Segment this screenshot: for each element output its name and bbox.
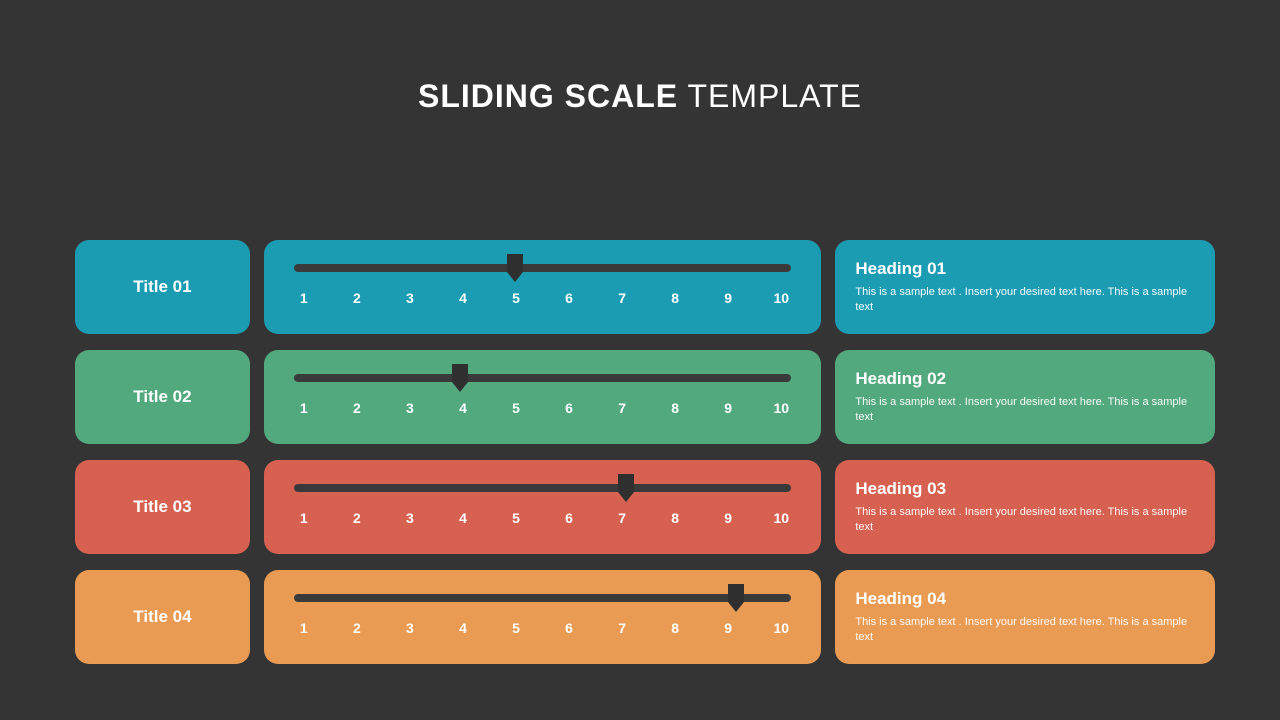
slider-tick-label: 6 [561, 510, 577, 526]
slider-row: Title 02 1 2 3 4 5 6 7 8 9 10 Heading 02 This is a s… [75, 350, 1215, 444]
row-heading-label: Heading 02 [855, 369, 1195, 389]
row-title-box: Title 03 [75, 460, 250, 554]
slider-tick-label: 8 [667, 620, 683, 636]
row-title-label: Title 03 [133, 497, 191, 517]
slider-tick-label: 3 [402, 400, 418, 416]
slider-ticks: 1 2 3 4 5 6 7 8 9 10 [294, 510, 792, 526]
slider-tick-label: 6 [561, 290, 577, 306]
slider-track[interactable] [294, 264, 792, 272]
slider-tick-label: 8 [667, 400, 683, 416]
slider-tick-label: 4 [455, 400, 471, 416]
row-title-label: Title 02 [133, 387, 191, 407]
slider-ticks: 1 2 3 4 5 6 7 8 9 10 [294, 400, 792, 416]
slider-pointer-icon[interactable] [505, 254, 525, 280]
slider-tick-label: 7 [614, 400, 630, 416]
slider-tick-label: 6 [561, 620, 577, 636]
row-heading-desc: This is a sample text . Insert your desi… [855, 615, 1195, 646]
slider-tick-label: 5 [508, 290, 524, 306]
slider-track[interactable] [294, 594, 792, 602]
row-heading-box: Heading 02 This is a sample text . Insert… [835, 350, 1215, 444]
row-title-box: Title 02 [75, 350, 250, 444]
slider-track[interactable] [294, 484, 792, 492]
row-heading-box: Heading 03 This is a sample text . Insert… [835, 460, 1215, 554]
slider-tick-label: 4 [455, 290, 471, 306]
slider-tick-label: 1 [296, 290, 312, 306]
row-heading-label: Heading 03 [855, 479, 1195, 499]
page-title-bold: SLIDING SCALE [418, 78, 678, 114]
row-title-label: Title 04 [133, 607, 191, 627]
slider-pointer-icon[interactable] [450, 364, 470, 390]
slider-tick-label: 3 [402, 620, 418, 636]
slider-row: Title 03 1 2 3 4 5 6 7 8 9 10 Heading 03 This is a s… [75, 460, 1215, 554]
slider-tick-label: 10 [773, 400, 789, 416]
slider-tick-label: 1 [296, 620, 312, 636]
slider-track[interactable] [294, 374, 792, 382]
slider-tick-label: 4 [455, 510, 471, 526]
row-heading-desc: This is a sample text . Insert your desi… [855, 395, 1195, 426]
slider-row: Title 01 1 2 3 4 5 6 7 8 9 10 Heading 01 This is a s… [75, 240, 1215, 334]
slider-tick-label: 2 [349, 620, 365, 636]
slider-pointer-icon[interactable] [726, 584, 746, 610]
slider-tick-label: 3 [402, 510, 418, 526]
slider-row: Title 04 1 2 3 4 5 6 7 8 9 10 Heading 04 This is a s… [75, 570, 1215, 664]
slider-tick-label: 7 [614, 290, 630, 306]
slider-tick-label: 10 [773, 510, 789, 526]
slider-tick-label: 10 [773, 620, 789, 636]
slider-tick-label: 9 [720, 510, 736, 526]
slider-ticks: 1 2 3 4 5 6 7 8 9 10 [294, 620, 792, 636]
slider-rows: Title 01 1 2 3 4 5 6 7 8 9 10 Heading 01 This is a s… [75, 240, 1215, 664]
slider-tick-label: 7 [614, 510, 630, 526]
row-heading-desc: This is a sample text . Insert your desi… [855, 505, 1195, 536]
slider-tick-label: 7 [614, 620, 630, 636]
slider-tick-label: 9 [720, 400, 736, 416]
page-title: SLIDING SCALE TEMPLATE [0, 0, 1280, 115]
slider-box: 1 2 3 4 5 6 7 8 9 10 [264, 350, 822, 444]
page-title-light: TEMPLATE [678, 78, 862, 114]
slider-tick-label: 10 [773, 290, 789, 306]
slider-tick-label: 5 [508, 620, 524, 636]
row-heading-desc: This is a sample text . Insert your desi… [855, 285, 1195, 316]
slider-tick-label: 5 [508, 510, 524, 526]
slider-tick-label: 4 [455, 620, 471, 636]
row-title-box: Title 01 [75, 240, 250, 334]
slider-box: 1 2 3 4 5 6 7 8 9 10 [264, 460, 822, 554]
slider-ticks: 1 2 3 4 5 6 7 8 9 10 [294, 290, 792, 306]
slider-box: 1 2 3 4 5 6 7 8 9 10 [264, 240, 822, 334]
row-heading-box: Heading 04 This is a sample text . Insert… [835, 570, 1215, 664]
slider-tick-label: 1 [296, 400, 312, 416]
slider-box: 1 2 3 4 5 6 7 8 9 10 [264, 570, 822, 664]
row-heading-box: Heading 01 This is a sample text . Insert… [835, 240, 1215, 334]
slider-tick-label: 9 [720, 620, 736, 636]
slider-tick-label: 1 [296, 510, 312, 526]
slider-tick-label: 8 [667, 290, 683, 306]
slider-tick-label: 2 [349, 510, 365, 526]
slider-tick-label: 9 [720, 290, 736, 306]
row-heading-label: Heading 04 [855, 589, 1195, 609]
row-title-label: Title 01 [133, 277, 191, 297]
row-heading-label: Heading 01 [855, 259, 1195, 279]
slider-tick-label: 5 [508, 400, 524, 416]
slider-tick-label: 6 [561, 400, 577, 416]
slider-tick-label: 2 [349, 400, 365, 416]
row-title-box: Title 04 [75, 570, 250, 664]
slider-tick-label: 2 [349, 290, 365, 306]
slider-tick-label: 8 [667, 510, 683, 526]
slider-tick-label: 3 [402, 290, 418, 306]
slider-pointer-icon[interactable] [616, 474, 636, 500]
